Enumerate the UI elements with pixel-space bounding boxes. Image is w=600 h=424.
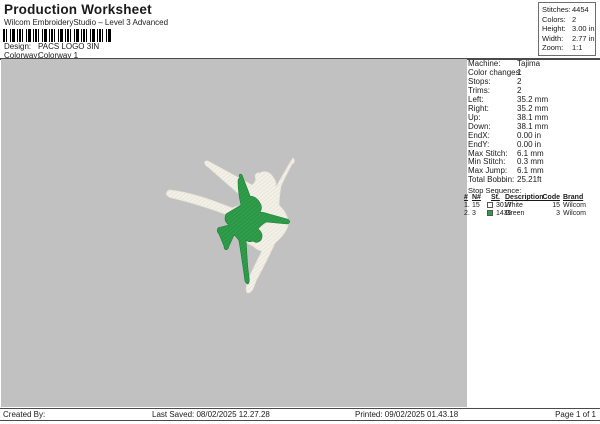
- machine-info-row: Total Bobbin: 25.21ft: [468, 175, 542, 185]
- machine-info-panel: Machine: Tajima Color changes:1 Stops: 2 T…: [468, 59, 598, 185]
- column-header-brand: Brand: [563, 194, 584, 201]
- footer-created-by: Created By:: [3, 410, 46, 419]
- design-label: Design:: [4, 42, 32, 51]
- summary-row-stitches: Stitches:4454: [542, 5, 589, 14]
- summary-row-height: Height: 3.00 in: [542, 24, 595, 34]
- footer-page-number: Page 1 of 1: [555, 410, 596, 419]
- page-title: Production Worksheet: [4, 2, 152, 17]
- footer-bottom-line: [0, 420, 600, 421]
- stop-sequence-header-row: # N# St. Description Code Brand: [462, 194, 599, 202]
- stitch-summary-box: Stitches:4454 Colors: 2 Height: 3.00 in Wi…: [538, 2, 596, 56]
- ballerina-embroidery-design: [166, 157, 295, 294]
- summary-row-colors: Colors: 2: [542, 14, 577, 24]
- design-row: Design: PACS LOGO 3IN: [4, 42, 99, 51]
- summary-row-width: Width: 2.77 in: [542, 33, 595, 43]
- stop-sequence-table: # N# St. Description Code Brand 1. 15 30…: [462, 194, 599, 218]
- column-header-n: N#: [472, 194, 481, 201]
- column-header-st: St.: [491, 194, 500, 201]
- app-subtitle: Wilcom EmbroideryStudio – Level 3 Advanc…: [4, 18, 169, 27]
- design-barcode: [3, 29, 112, 42]
- footer-printed: Printed: 09/02/2025 01.43.18: [355, 410, 459, 419]
- thread-swatch-green: [487, 210, 493, 216]
- column-header-num: #: [464, 194, 468, 201]
- column-header-code: Code: [542, 194, 561, 201]
- footer-last-saved: Last Saved: 08/02/2025 12.27.28: [152, 410, 270, 419]
- design-value: PACS LOGO 3IN: [38, 42, 100, 51]
- thread-row: 1. 15 3017 White 15 Wilcom: [464, 202, 586, 209]
- footer-top-line: [0, 408, 600, 409]
- thread-row: 2. 3 1435 Green 3 Wilcom: [464, 210, 586, 217]
- thread-swatch-white: [487, 202, 493, 208]
- summary-row-zoom: Zoom: 1:1: [542, 43, 583, 53]
